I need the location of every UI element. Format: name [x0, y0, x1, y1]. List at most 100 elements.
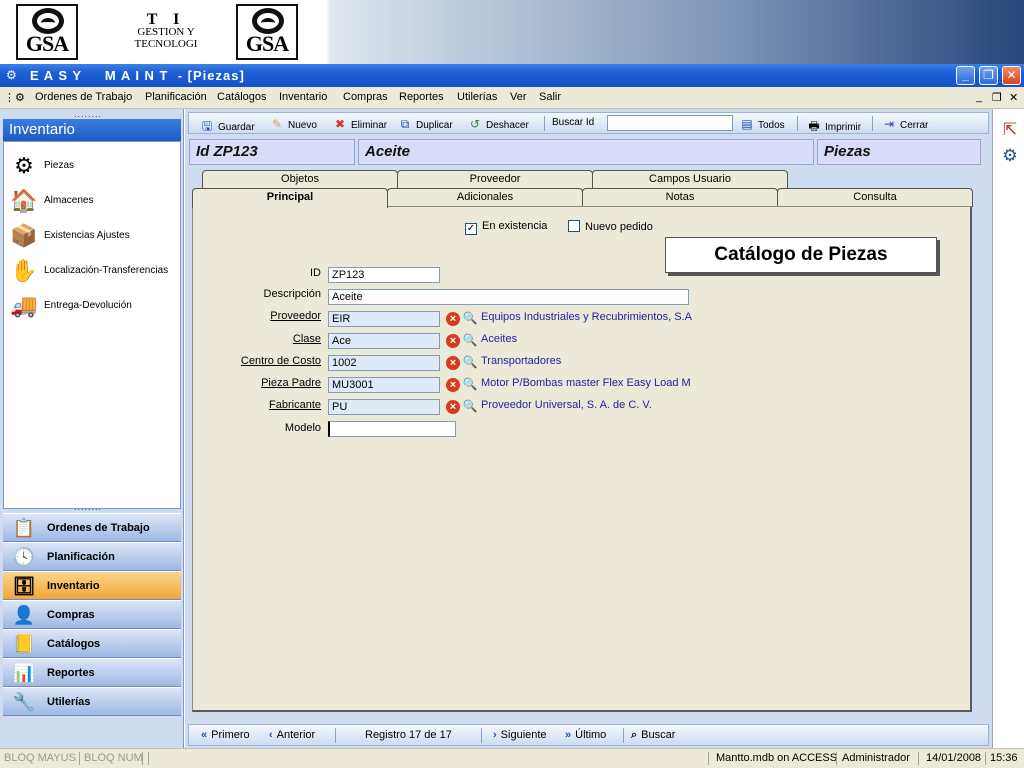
guardar-button[interactable]: 🖫 Guardar: [199, 117, 255, 138]
nuevo-pedido-checkbox[interactable]: Nuevo pedido: [568, 220, 653, 233]
settings-gears-icon[interactable]: ⚙: [999, 145, 1021, 167]
centro-costo-input[interactable]: 1002: [328, 355, 440, 371]
centro-costo-desc: Transportadores: [481, 355, 562, 367]
minimize-button[interactable]: _: [956, 66, 975, 85]
modelo-label: Modelo: [284, 422, 321, 434]
clase-link[interactable]: Clase: [193, 333, 321, 345]
user-status: Administrador: [842, 752, 910, 764]
menu-utilerias[interactable]: Utilerías: [457, 91, 497, 103]
inv-item-existencias[interactable]: 📦 Existencias Ajustes: [6, 222, 182, 252]
header-type: Piezas: [817, 139, 981, 165]
deshacer-button[interactable]: ↺ Deshacer: [467, 117, 529, 131]
registro-label: Registro 17 de 17: [365, 729, 452, 741]
gears-icon: ⚙: [14, 153, 34, 178]
pieza-padre-input[interactable]: MU3001: [328, 377, 440, 393]
tab-principal[interactable]: Principal: [192, 188, 388, 208]
duplicar-button[interactable]: ⧉ Duplicar: [397, 117, 453, 132]
menu-salir[interactable]: Salir: [539, 91, 561, 103]
inv-item-almacenes[interactable]: 🏠 Almacenes: [6, 187, 182, 217]
nav-planificacion[interactable]: 🕓 Planificación: [3, 542, 181, 571]
banner: GSA T I GESTION Y TECNOLOGI GSA: [0, 0, 1024, 64]
tab-campos-usuario[interactable]: Campos Usuario: [592, 170, 788, 189]
nuevo-button[interactable]: ✎ Nuevo: [269, 117, 317, 131]
lookup-centro-costo-icon[interactable]: 🔍: [462, 355, 478, 370]
gsa-logo-left: GSA: [16, 4, 78, 60]
pieza-padre-desc: Motor P/Bombas master Flex Easy Load M: [481, 377, 691, 389]
lookup-clase-icon[interactable]: 🔍: [462, 333, 478, 348]
eliminar-button[interactable]: ✖ Eliminar: [332, 117, 387, 131]
nav-ordenes[interactable]: 📋 Ordenes de Trabajo: [3, 513, 181, 542]
nav-reportes[interactable]: 📊 Reportes: [3, 658, 181, 687]
fabricante-input[interactable]: PU: [328, 399, 440, 415]
prev-icon: ‹: [269, 729, 273, 741]
centro-costo-link[interactable]: Centro de Costo: [193, 355, 321, 367]
lookup-proveedor-icon[interactable]: 🔍: [462, 311, 478, 326]
nav-utilerias[interactable]: 🔧 Utilerías: [3, 687, 181, 716]
next-icon: ›: [493, 729, 497, 741]
mdi-minimize-button[interactable]: _: [976, 91, 982, 103]
menu-compras[interactable]: Compras: [343, 91, 388, 103]
transfer-icon: ✋: [10, 258, 38, 283]
clear-clase-icon[interactable]: ×: [446, 334, 460, 348]
mdi-restore-button[interactable]: ❐: [992, 91, 1002, 104]
menu-planificacion[interactable]: Planificación: [145, 91, 207, 103]
menu-catalogos[interactable]: Catálogos: [217, 91, 267, 103]
lookup-pieza-padre-icon[interactable]: 🔍: [462, 377, 478, 392]
title-bar: ⚙ E A S Y M A I N T - [Piezas] _ ❐ ✕: [0, 64, 1024, 87]
descripcion-input[interactable]: Aceite: [328, 289, 689, 305]
todos-button[interactable]: ▤ Todos: [739, 117, 784, 131]
inventory-icon: 🗄: [12, 576, 36, 596]
clear-proveedor-icon[interactable]: ×: [446, 312, 460, 326]
close-button[interactable]: ✕: [1002, 66, 1021, 85]
delete-icon: ✖: [334, 117, 346, 131]
modelo-input[interactable]: [328, 421, 456, 437]
tab-objetos[interactable]: Objetos: [202, 170, 398, 189]
primero-button[interactable]: «Primero: [201, 729, 250, 741]
menu-inventario[interactable]: Inventario: [279, 91, 327, 103]
fabricante-desc: Proveedor Universal, S. A. de C. V.: [481, 399, 652, 411]
inv-item-piezas[interactable]: ⚙ Piezas: [6, 152, 182, 182]
siguiente-button[interactable]: › Siguiente: [493, 729, 547, 741]
database-status: Mantto.mdb on ACCESS: [716, 752, 838, 764]
binoculars-icon: ⌕: [631, 729, 638, 741]
clear-fabricante-icon[interactable]: ×: [446, 400, 460, 414]
proveedor-input[interactable]: EIR: [328, 311, 440, 327]
en-existencia-checkbox[interactable]: ✓ En existencia: [465, 220, 547, 235]
clase-input[interactable]: Ace: [328, 333, 440, 349]
proveedor-link[interactable]: Proveedor: [193, 310, 321, 322]
nav-catalogos[interactable]: 📒 Catálogos: [3, 629, 181, 658]
tab-consulta[interactable]: Consulta: [777, 188, 973, 207]
tab-notas[interactable]: Notas: [582, 188, 778, 207]
work-order-icon: 📋: [12, 518, 36, 538]
imprimir-button[interactable]: 🖶 Imprimir: [806, 117, 861, 138]
principal-panel: ✓ En existencia Nuevo pedido Catálogo de …: [192, 206, 972, 712]
fabricante-link[interactable]: Fabricante: [193, 399, 321, 411]
mdi-close-button[interactable]: ✕: [1009, 91, 1018, 104]
tab-adicionales[interactable]: Adicionales: [387, 188, 583, 207]
lookup-fabricante-icon[interactable]: 🔍: [462, 399, 478, 414]
restore-button[interactable]: ❐: [979, 66, 998, 85]
pieza-padre-link[interactable]: Pieza Padre: [193, 377, 321, 389]
tab-proveedor[interactable]: Proveedor: [397, 170, 593, 189]
warehouse-icon: 🏠: [10, 188, 38, 213]
anterior-button[interactable]: ‹ Anterior: [269, 729, 315, 741]
inv-item-entrega[interactable]: 🚚 Entrega-Devolución: [6, 292, 182, 322]
exit-door-icon[interactable]: ⇱: [999, 119, 1021, 141]
undo-icon: ↺: [469, 117, 481, 131]
inv-item-localizacion[interactable]: ✋ Localización-Transferencias: [6, 257, 182, 287]
header-name: Aceite: [358, 139, 814, 165]
id-input[interactable]: ZP123: [328, 267, 440, 283]
nav-compras[interactable]: 👤 Compras: [3, 600, 181, 629]
nav-inventario[interactable]: 🗄 Inventario: [3, 571, 181, 600]
clear-pieza-padre-icon[interactable]: ×: [446, 378, 460, 392]
buscar-id-input[interactable]: [607, 115, 733, 131]
boxes-icon: 📦: [10, 223, 38, 248]
menu-ordenes[interactable]: Ordenes de Trabajo: [35, 91, 132, 103]
menu-reportes[interactable]: Reportes: [399, 91, 444, 103]
menu-ver[interactable]: Ver: [510, 91, 527, 103]
cerrar-button[interactable]: ⇥ Cerrar: [881, 117, 928, 131]
window-title: E A S Y M A I N T - [Piezas]: [30, 68, 245, 83]
buscar-button[interactable]: ⌕ Buscar: [631, 729, 675, 742]
clear-centro-costo-icon[interactable]: ×: [446, 356, 460, 370]
ultimo-button[interactable]: » Último: [565, 729, 606, 741]
